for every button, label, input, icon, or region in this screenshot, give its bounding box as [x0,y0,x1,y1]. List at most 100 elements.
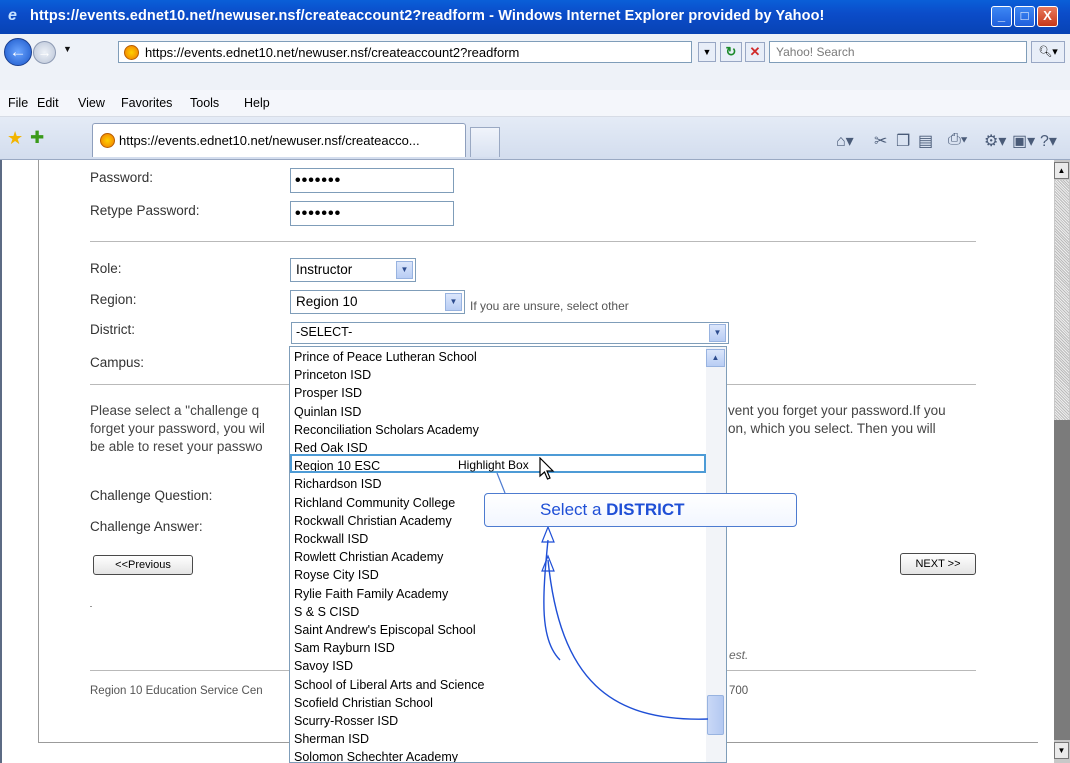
challenge-instructions-left-2: forget your password, you wil [90,421,265,436]
refresh-button[interactable]: ↻ [720,42,742,62]
district-option[interactable]: Scofield Christian School [294,696,433,710]
menu-edit[interactable]: Edit [37,96,59,110]
district-option[interactable]: Quinlan ISD [294,405,361,419]
challenge-question-label: Challenge Question: [90,488,213,503]
challenge-instructions-right-1: vent you forget your password.If you [728,403,946,418]
district-option[interactable]: Rockwall Christian Academy [294,514,452,528]
dot-mark [90,606,92,607]
close-button[interactable]: X [1037,6,1058,27]
district-select-value: -SELECT- [296,325,353,339]
print-icon[interactable]: ⎙▾ [948,131,968,149]
add-favorite-icon[interactable]: ✚ [30,128,44,148]
home-icon[interactable]: ⌂▾ [836,131,854,151]
recent-pages-dropdown-icon[interactable]: ▼ [63,44,72,54]
retype-password-input[interactable]: ••••••• [290,201,454,226]
favorites-star-icon[interactable]: ★ [7,128,23,149]
frame-left-border [38,160,39,743]
district-option[interactable]: Richardson ISD [294,477,382,491]
page-scrollbar[interactable]: ▲ ▼ [1054,160,1070,763]
district-option[interactable]: S & S CISD [294,605,359,619]
district-option[interactable]: School of Liberal Arts and Science [294,678,484,692]
footer-text-left: Region 10 Education Service Cen [90,685,263,697]
forward-button[interactable]: → [33,41,56,64]
previous-button[interactable]: <<Previous [93,555,193,575]
callout-box: Select a DISTRICT [484,493,797,527]
role-select-value: Instructor [296,262,353,277]
district-option[interactable]: Sam Rayburn ISD [294,641,395,655]
new-tab-button[interactable] [470,127,500,157]
dropdown-scrollbar[interactable]: ▲ [706,347,726,762]
district-option[interactable]: Rockwall ISD [294,532,368,546]
role-select[interactable]: Instructor ▼ [290,258,416,282]
search-button[interactable]: 🔍︎▾ [1031,41,1065,63]
dropdown-scroll-thumb[interactable] [707,695,724,735]
scroll-thumb[interactable] [1054,420,1070,740]
window-title: https://events.ednet10.net/newuser.nsf/c… [30,8,825,24]
paste-icon[interactable]: ▤ [918,131,933,151]
district-select[interactable]: -SELECT- ▼ [291,322,729,344]
ie-logo-icon: e [8,7,17,24]
title-bar: e https://events.ednet10.net/newuser.nsf… [0,0,1070,34]
back-button[interactable]: ← [4,38,32,66]
district-option[interactable]: Savoy ISD [294,659,353,673]
search-input[interactable]: Yahoo! Search [769,41,1027,63]
region-label: Region: [90,292,137,307]
next-button[interactable]: NEXT >> [900,553,976,575]
chevron-down-icon: ▼ [445,293,462,311]
scroll-up-icon[interactable]: ▲ [706,349,725,367]
district-dropdown-list[interactable]: Prince of Peace Lutheran School Princeton… [289,346,727,763]
district-option[interactable]: Sherman ISD [294,732,369,746]
settings-gear-icon[interactable]: ⚙▾ [984,131,1006,151]
help-icon[interactable]: ?▾ [1040,131,1057,151]
district-option[interactable]: Prosper ISD [294,386,362,400]
address-dropdown-button[interactable]: ▼ [698,42,716,62]
stop-button[interactable]: ✕ [745,42,765,62]
chevron-down-icon: ▼ [709,324,726,342]
menu-tools[interactable]: Tools [190,96,219,110]
menu-view[interactable]: View [78,96,105,110]
district-option[interactable]: Royse City ISD [294,568,379,582]
district-option[interactable]: Richland Community College [294,496,455,510]
highlight-box-label: Highlight Box [458,458,529,472]
region-select-value: Region 10 [296,294,358,309]
cut-icon[interactable]: ✂ [874,131,887,151]
tab-active[interactable]: https://events.ednet10.net/newuser.nsf/c… [92,123,466,157]
page-menu-icon[interactable]: ▣▾ [1012,131,1035,151]
divider [90,241,976,242]
callout-emphasis: DISTRICT [606,500,685,519]
maximize-button[interactable]: □ [1014,6,1035,27]
menu-file[interactable]: File [8,96,28,110]
district-option[interactable]: Princeton ISD [294,368,371,382]
scroll-track[interactable] [1055,180,1069,420]
district-option[interactable]: Rylie Faith Family Academy [294,587,448,601]
password-input[interactable]: ••••••• [290,168,454,193]
scroll-up-icon[interactable]: ▲ [1054,162,1069,179]
callout-text: Select a DISTRICT [540,500,685,520]
site-favicon-icon [124,45,139,60]
footer-text-right: 700 [729,685,749,697]
challenge-instructions-left-1: Please select a "challenge q [90,403,260,418]
scroll-down-icon[interactable]: ▼ [1054,742,1069,759]
role-label: Role: [90,261,122,276]
tab-favicon-icon [100,133,115,148]
mouse-cursor-icon [539,457,555,480]
address-bar[interactable]: https://events.ednet10.net/newuser.nsf/c… [118,41,692,63]
minimize-button[interactable]: _ [991,6,1012,27]
campus-label: Campus: [90,355,145,370]
address-text: https://events.ednet10.net/newuser.nsf/c… [145,45,520,60]
copy-icon[interactable]: ❐ [896,131,910,151]
chevron-down-icon: ▼ [396,261,413,279]
district-option[interactable]: Scurry-Rosser ISD [294,714,398,728]
challenge-answer-label: Challenge Answer: [90,519,203,534]
menu-favorites[interactable]: Favorites [121,96,172,110]
district-option[interactable]: Saint Andrew's Episcopal School [294,623,476,637]
menu-help[interactable]: Help [244,96,270,110]
district-option[interactable]: Prince of Peace Lutheran School [294,350,477,364]
district-option[interactable]: Reconciliation Scholars Academy [294,423,479,437]
region-select[interactable]: Region 10 ▼ [290,290,465,314]
district-option[interactable]: Red Oak ISD [294,441,368,455]
footer-note-fragment: est. [729,648,749,662]
district-option[interactable]: Solomon Schechter Academy [294,750,458,762]
district-option[interactable]: Rowlett Christian Academy [294,550,443,564]
tab-label: https://events.ednet10.net/newuser.nsf/c… [119,133,420,148]
